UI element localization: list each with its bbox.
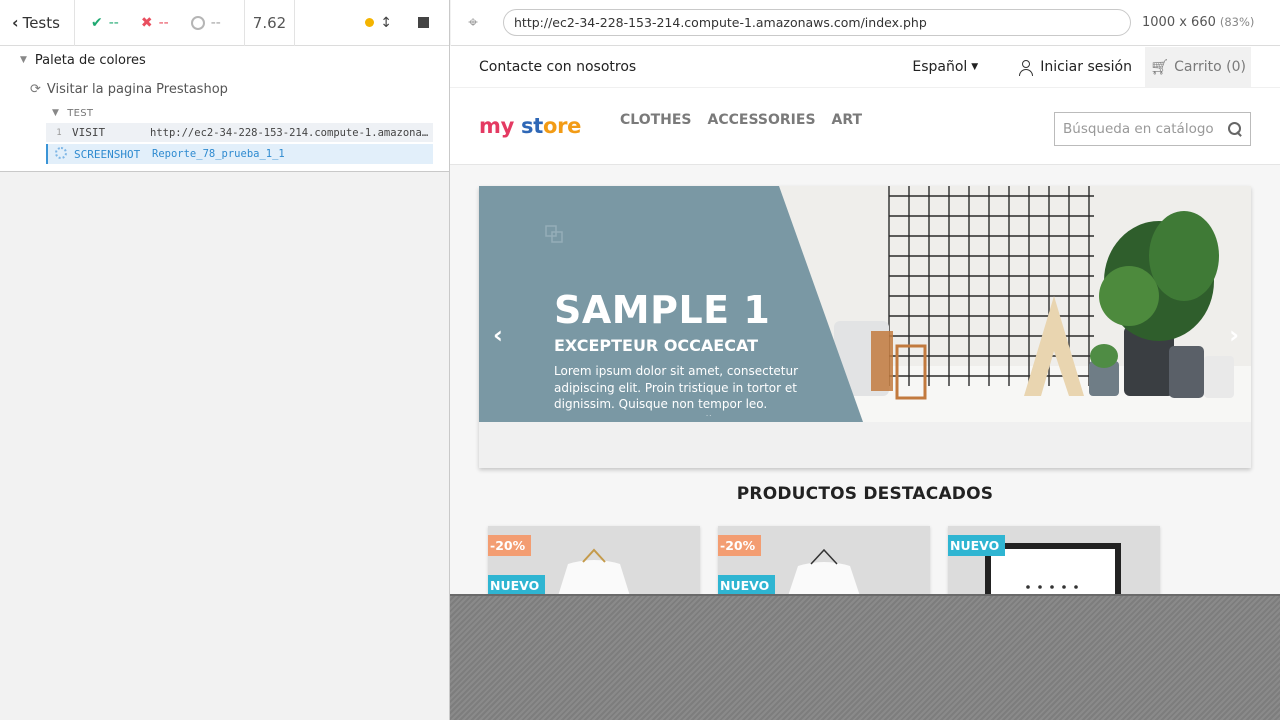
contact-link[interactable]: Contacte con nosotros xyxy=(479,59,912,75)
chevron-right-icon[interactable]: › xyxy=(1229,321,1239,349)
featured-products-list: -20% NUEVO -20% NUEVO NUEVO xyxy=(488,526,1160,594)
command-spinner xyxy=(48,146,74,162)
discount-badge: -20% xyxy=(718,535,762,556)
store-logo[interactable]: my store xyxy=(479,114,620,138)
pending-circle-icon xyxy=(190,15,205,30)
cart-label: Carrito (0) xyxy=(1174,58,1246,75)
passed-count: -- xyxy=(108,14,119,31)
pending-stat: -- xyxy=(190,14,221,31)
command-message: Reporte_78_prueba_1_1 xyxy=(152,148,285,160)
store-body: SAMPLE 1 EXCEPTEUR OCCAECAT Lorem ipsum … xyxy=(450,165,1280,594)
store-top-nav: Contacte con nosotros Español ▼ Iniciar … xyxy=(450,46,1280,88)
tests-back-button[interactable]: ‹ Tests xyxy=(0,0,75,46)
logo-part-2: st xyxy=(521,114,543,138)
test-row[interactable]: ⟳ Visitar la pagina Prestashop xyxy=(0,74,449,104)
product-card[interactable]: NUEVO xyxy=(948,526,1160,594)
suite-title: Paleta de colores xyxy=(34,52,146,68)
command-number: 1 xyxy=(56,127,62,138)
store-main-menu: CLOTHES ACCESSORIES ART xyxy=(620,112,1054,128)
new-badge: NUEVO xyxy=(948,535,1006,556)
pending-count: -- xyxy=(210,14,221,31)
failed-stat: ✖ -- xyxy=(141,15,169,31)
chevron-left-icon[interactable]: ‹ xyxy=(493,321,503,349)
command-log: ▼ Paleta de colores ⟳ Visitar la pagina … xyxy=(0,46,449,172)
search-placeholder: Búsqueda en catálogo xyxy=(1063,121,1214,137)
cart-button[interactable]: 🛒︎ Carrito (0) xyxy=(1145,46,1251,87)
passed-stat: ✔ -- xyxy=(91,15,119,31)
test-stats: ✔ -- ✖ -- -- xyxy=(75,0,245,46)
language-selector[interactable]: Español ▼ xyxy=(912,59,978,75)
x-icon: ✖ xyxy=(140,14,153,31)
menu-item-art[interactable]: ART xyxy=(832,112,863,128)
reporter-header: ‹ Tests ✔ -- ✖ -- -- 7.62 ↕ xyxy=(0,0,449,46)
product-card[interactable]: -20% NUEVO xyxy=(488,526,700,594)
new-badge: NUEVO xyxy=(718,575,776,594)
selector-playground-icon[interactable]: ⌖ xyxy=(451,13,495,33)
failed-count: -- xyxy=(158,14,169,31)
search-icon[interactable] xyxy=(1228,122,1242,136)
test-group-label[interactable]: ▼ TEST xyxy=(0,104,449,122)
logo-part-1: my xyxy=(479,114,514,138)
slide-caption: SAMPLE 1 EXCEPTEUR OCCAECAT Lorem ipsum … xyxy=(554,288,829,416)
aut-header: ⌖ http://ec2-34-228-153-214.compute-1.am… xyxy=(451,0,1280,46)
auto-scroll-toggle[interactable]: ↕ xyxy=(365,15,392,31)
command-message: http://ec2-34-228-153-214.compute-1.amaz… xyxy=(150,126,433,139)
duration: 7.62 xyxy=(245,0,295,46)
test-group-text: TEST xyxy=(67,107,94,119)
slide-description: Lorem ipsum dolor sit amet, consectetur … xyxy=(554,364,799,416)
suite-row[interactable]: ▼ Paleta de colores xyxy=(0,46,449,74)
chevron-left-icon: ‹ xyxy=(12,13,19,32)
aut-empty-area xyxy=(450,594,1280,720)
command-screenshot[interactable]: SCREENSHOT Reporte_78_prueba_1_1 xyxy=(46,144,433,164)
caret-down-icon: ▼ xyxy=(971,61,979,72)
vertical-arrows-icon: ↕ xyxy=(380,14,392,31)
menu-item-clothes[interactable]: CLOTHES xyxy=(620,112,692,128)
viewport-zoom: (83%) xyxy=(1219,15,1255,29)
command-name: VISIT xyxy=(72,126,106,139)
catalog-search-input[interactable]: Búsqueda en catálogo xyxy=(1054,112,1251,146)
aut-iframe: Contacte con nosotros Español ▼ Iniciar … xyxy=(450,46,1280,594)
user-icon xyxy=(1018,59,1034,76)
home-carousel[interactable]: SAMPLE 1 EXCEPTEUR OCCAECAT Lorem ipsum … xyxy=(479,186,1251,468)
signin-link[interactable]: Iniciar sesión xyxy=(1018,58,1132,76)
url-text: http://ec2-34-228-153-214.compute-1.amaz… xyxy=(514,15,927,30)
featured-products-title: PRODUCTOS DESTACADOS xyxy=(736,484,994,504)
url-bar[interactable]: http://ec2-34-228-153-214.compute-1.amaz… xyxy=(503,9,1131,36)
logo-part-3: ore xyxy=(542,114,582,138)
spinner-icon xyxy=(55,146,67,159)
viewport-info[interactable]: 1000 x 660 (83%) xyxy=(1142,15,1254,30)
slide-title: SAMPLE 1 xyxy=(554,288,771,332)
language-label: Español xyxy=(912,58,968,75)
test-runner-panel: ‹ Tests ✔ -- ✖ -- -- 7.62 ↕ ▼ Paleta de … xyxy=(0,0,450,720)
runner-controls: ↕ xyxy=(295,0,449,46)
command-visit[interactable]: 1 VISIT http://ec2-34-228-153-214.comput… xyxy=(46,123,433,142)
discount-badge: -20% xyxy=(488,535,532,556)
command-name: SCREENSHOT xyxy=(74,147,141,161)
triangle-down-icon: ▼ xyxy=(52,108,60,118)
signin-label: Iniciar sesión xyxy=(1040,58,1132,75)
slide-subtitle: EXCEPTEUR OCCAECAT xyxy=(554,336,759,355)
test-title: Visitar la pagina Prestashop xyxy=(46,81,228,97)
running-indicator-icon xyxy=(365,18,375,27)
product-card[interactable]: -20% NUEVO xyxy=(718,526,930,594)
check-icon: ✔ xyxy=(91,14,103,31)
stop-icon[interactable] xyxy=(418,17,429,28)
refresh-icon: ⟳ xyxy=(30,81,41,97)
cart-icon: 🛒︎ xyxy=(1150,57,1170,76)
new-badge: NUEVO xyxy=(488,575,546,594)
store-header: my store CLOTHES ACCESSORIES ART Búsqued… xyxy=(450,88,1280,165)
viewport-size: 1000 x 660 xyxy=(1142,15,1216,30)
triangle-down-icon: ▼ xyxy=(20,55,27,65)
tests-label: Tests xyxy=(22,13,60,32)
menu-item-accessories[interactable]: ACCESSORIES xyxy=(708,112,816,128)
contact-link-text: Contacte con nosotros xyxy=(479,58,637,75)
